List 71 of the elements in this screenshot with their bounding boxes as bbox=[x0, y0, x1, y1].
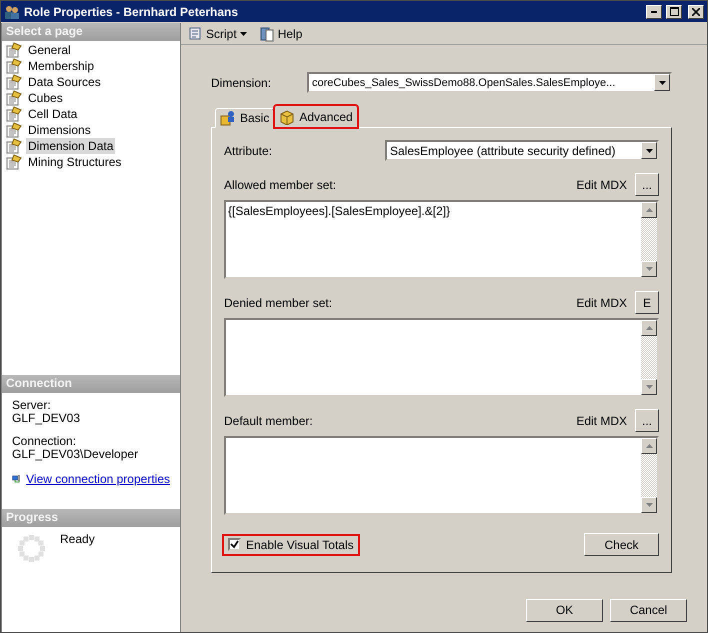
property-page-icon bbox=[6, 154, 22, 170]
connection-label: Connection: bbox=[12, 435, 78, 448]
edit-mdx-button[interactable]: E bbox=[635, 291, 659, 314]
server-label: Server: bbox=[12, 399, 52, 412]
connection-properties-link[interactable]: View connection properties bbox=[26, 472, 170, 486]
page-list-item[interactable]: Mining Structures bbox=[26, 154, 124, 170]
property-page-icon bbox=[6, 106, 22, 122]
mdx-text-area[interactable]: {[SalesEmployees].[SalesEmployee].&[2]} bbox=[224, 200, 659, 279]
section-header: Progress bbox=[2, 509, 180, 527]
progress-status: Ready bbox=[60, 533, 95, 548]
dropdown-arrow-icon bbox=[646, 148, 652, 152]
scroll-down-icon bbox=[646, 503, 652, 507]
mdx-text-area[interactable] bbox=[224, 318, 659, 397]
page-list-item[interactable]: Dimensions bbox=[26, 122, 93, 138]
property-page-icon bbox=[6, 42, 22, 58]
script-button[interactable]: Script bbox=[185, 26, 249, 42]
edit-mdx-button[interactable]: ... bbox=[635, 409, 659, 432]
scroll-down-icon bbox=[646, 385, 652, 389]
dropdown-arrow-icon bbox=[658, 80, 666, 84]
visual-totals-checkbox[interactable]: Enable Visual Totals bbox=[224, 536, 358, 554]
spinner-icon bbox=[16, 533, 46, 563]
section-header: Connection bbox=[2, 375, 180, 393]
edit-mdx-label: Edit MDX bbox=[576, 414, 627, 428]
cube-icon bbox=[279, 108, 296, 124]
page-list-item[interactable]: Cell Data bbox=[26, 106, 80, 122]
member-set-label: Allowed member set: bbox=[224, 178, 336, 192]
connection-name: GLF_DEV03\Developer bbox=[12, 448, 140, 461]
dialog-button[interactable]: OK bbox=[526, 598, 603, 622]
attribute-dropdown[interactable]: SalesEmployee (attribute security defined) bbox=[385, 140, 659, 161]
member-set-label: Default member: bbox=[224, 414, 313, 428]
scroll-down-icon bbox=[646, 267, 652, 271]
help-book-icon bbox=[258, 26, 275, 42]
edit-mdx-label: Edit MDX bbox=[576, 178, 627, 192]
minimize-icon bbox=[651, 10, 657, 12]
dialog-button[interactable]: Cancel bbox=[610, 598, 687, 622]
property-page-icon bbox=[6, 90, 22, 106]
member-set-label: Denied member set: bbox=[224, 296, 332, 310]
check-button[interactable]: Check bbox=[584, 533, 659, 556]
mdx-text-area[interactable] bbox=[224, 436, 659, 515]
close-icon bbox=[692, 8, 700, 16]
role-icon bbox=[4, 4, 20, 20]
tab[interactable]: Basic bbox=[215, 108, 274, 128]
page-list-item[interactable]: General bbox=[26, 42, 73, 58]
maximize-button[interactable] bbox=[666, 4, 682, 18]
minimize-button[interactable] bbox=[646, 4, 662, 18]
property-page-icon bbox=[6, 58, 22, 74]
scroll-up-icon bbox=[646, 326, 652, 330]
page-list-item[interactable]: Data Sources bbox=[26, 74, 103, 90]
user-cubes-icon bbox=[220, 110, 236, 126]
dimension-dropdown[interactable]: coreCubes_Sales_SwissDemo88.OpenSales.SalesEmploye... bbox=[307, 72, 672, 93]
dimension-label: Dimension: bbox=[211, 76, 272, 90]
property-page-icon bbox=[6, 74, 22, 90]
help-button[interactable]: Help bbox=[256, 26, 304, 42]
edit-mdx-button[interactable]: ... bbox=[635, 173, 659, 196]
attribute-label: Attribute: bbox=[224, 144, 272, 158]
server-name: GLF_DEV03 bbox=[12, 412, 82, 425]
section-header: Select a page bbox=[2, 23, 180, 41]
caret-icon bbox=[240, 32, 247, 36]
checkmark-icon bbox=[230, 540, 239, 549]
tab[interactable]: Advanced bbox=[274, 105, 358, 128]
maximize-icon bbox=[670, 7, 678, 16]
property-page-icon bbox=[6, 138, 22, 154]
property-page-icon bbox=[6, 122, 22, 138]
window-title: Role Properties - Bernhard Peterhans bbox=[24, 4, 240, 18]
page-list-item[interactable]: Membership bbox=[26, 58, 96, 74]
scroll-up-icon bbox=[646, 444, 652, 448]
close-button[interactable] bbox=[688, 4, 704, 18]
edit-mdx-label: Edit MDX bbox=[576, 296, 627, 310]
page-list-item[interactable]: Cubes bbox=[26, 90, 65, 106]
scroll-up-icon bbox=[646, 208, 652, 212]
page-list-item[interactable]: Dimension Data bbox=[26, 138, 116, 154]
